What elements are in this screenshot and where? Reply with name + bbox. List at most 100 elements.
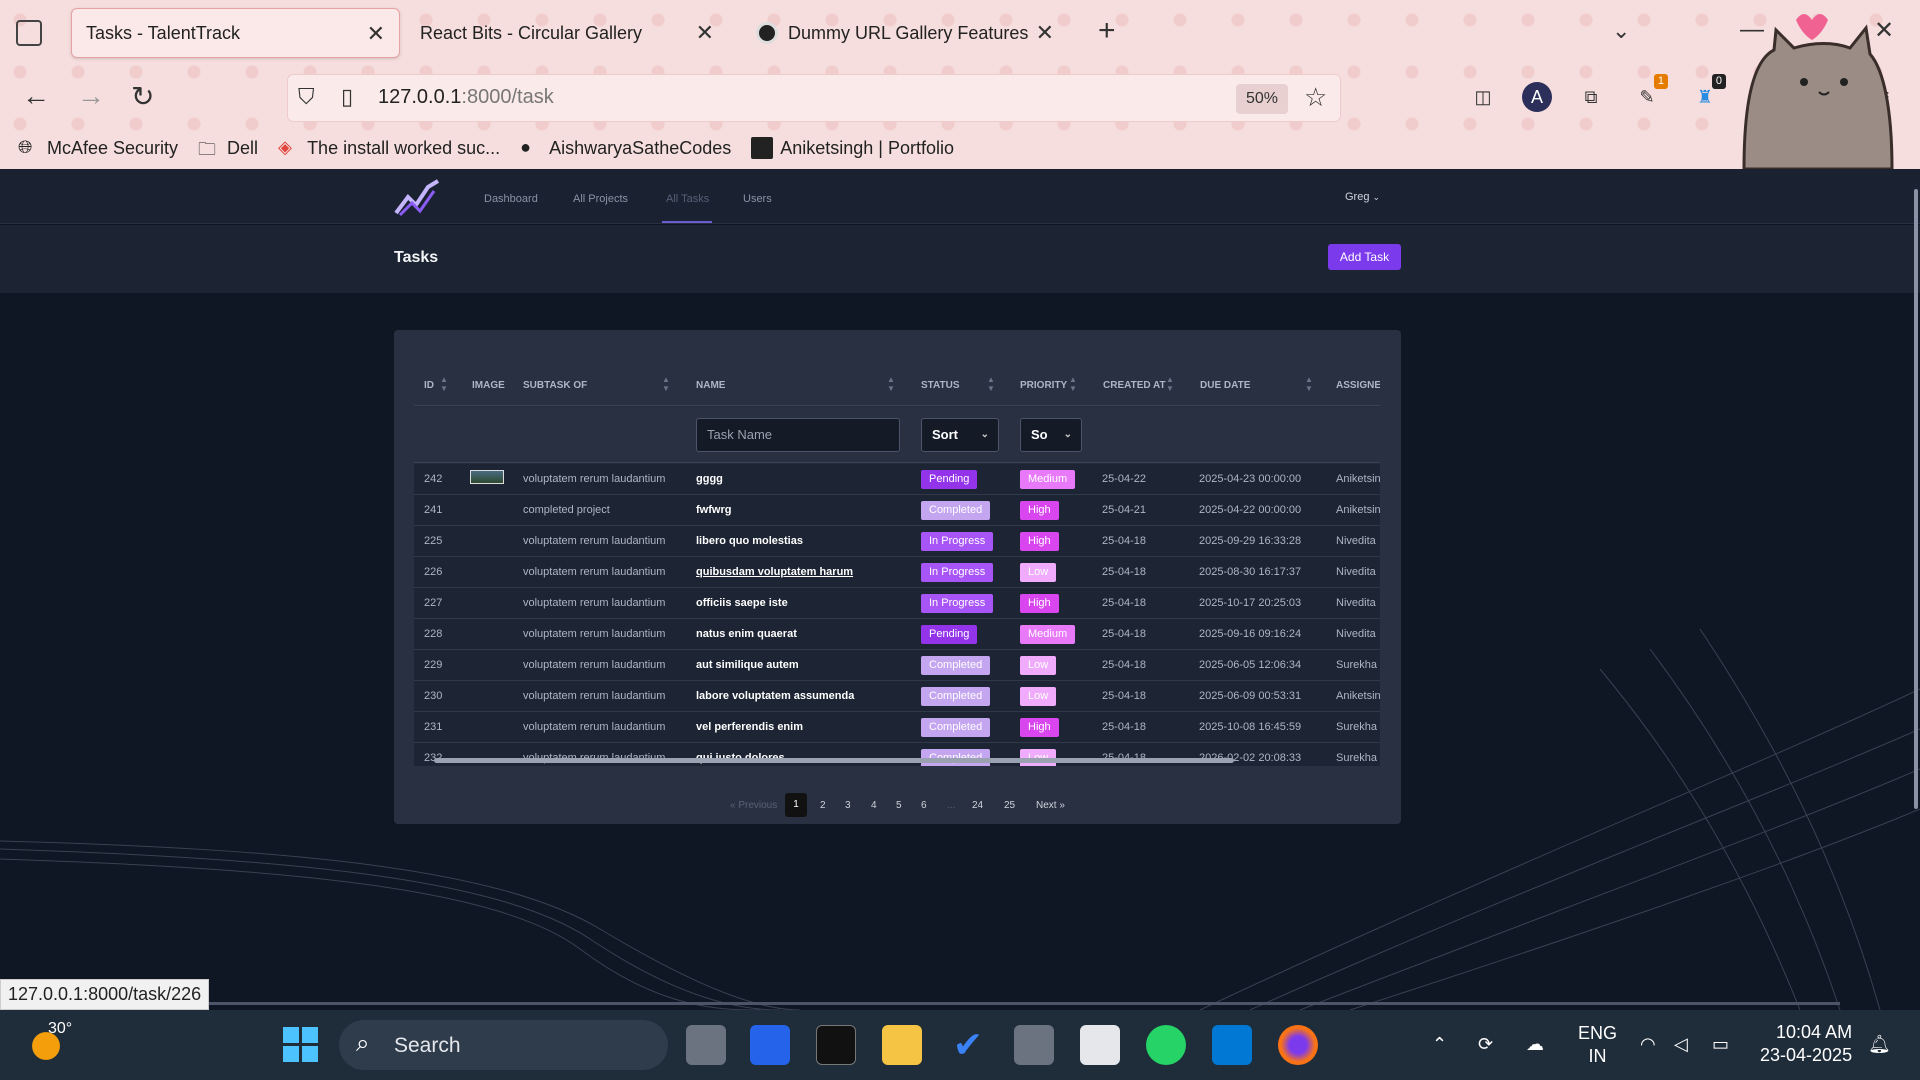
cell-task-name-link[interactable]: labore voluptatem assumenda: [696, 690, 854, 702]
column-header-priority[interactable]: PRIORITY: [1020, 380, 1067, 391]
show-hidden-icons-chevron-icon[interactable]: ⌃: [1432, 1034, 1447, 1055]
todo-icon[interactable]: ✔: [948, 1025, 988, 1065]
nav-all-projects[interactable]: All Projects: [573, 193, 628, 205]
page-link[interactable]: 25: [1004, 800, 1015, 811]
page-horizontal-scrollbar[interactable]: [200, 1002, 1840, 1005]
previous-page-link[interactable]: « Previous: [730, 800, 777, 811]
forward-icon[interactable]: →: [77, 80, 105, 112]
back-icon[interactable]: ←: [22, 80, 50, 112]
list-all-tabs-icon[interactable]: ⌄: [1612, 18, 1630, 44]
cell-task-name-link[interactable]: libero quo molestias: [696, 535, 803, 547]
table-row[interactable]: 225 voluptatem rerum laudantium libero quo…: [414, 526, 1380, 557]
page-link[interactable]: 24: [972, 800, 983, 811]
pocket-icon[interactable]: ◫: [1468, 82, 1498, 112]
vscode-icon[interactable]: [1212, 1025, 1252, 1065]
whatsapp-icon[interactable]: [1146, 1025, 1186, 1065]
language-indicator[interactable]: ENG IN: [1578, 1022, 1617, 1068]
onedrive-icon[interactable]: ☁: [1526, 1034, 1544, 1055]
horizontal-scrollbar[interactable]: [434, 758, 1234, 763]
bookmark-item[interactable]: ◈ The install worked suc...: [278, 137, 500, 159]
zoom-indicator[interactable]: 50%: [1236, 84, 1288, 114]
weather-temperature[interactable]: 30°: [48, 1020, 72, 1038]
column-header-created-at[interactable]: CREATED AT: [1103, 380, 1166, 391]
system-clock[interactable]: 10:04 AM 23-04-2025: [1760, 1021, 1852, 1067]
task-view-icon[interactable]: [686, 1025, 726, 1065]
page-link[interactable]: 3: [845, 800, 851, 811]
column-header-subtask-of[interactable]: SUBTASK OF: [523, 380, 587, 391]
page-link-current[interactable]: 1: [785, 793, 807, 817]
table-row[interactable]: 228 voluptatem rerum laudantium natus enim…: [414, 619, 1380, 650]
sort-icon[interactable]: ▲ ▼: [440, 375, 448, 393]
sort-icon[interactable]: ▲ ▼: [987, 375, 995, 393]
sort-icon[interactable]: ▲ ▼: [1305, 375, 1313, 393]
page-vertical-scrollbar[interactable]: [1914, 189, 1918, 809]
reload-icon[interactable]: ↻: [131, 80, 154, 113]
cell-task-name-link[interactable]: vel perferendis enim: [696, 721, 803, 733]
add-task-button[interactable]: Add Task: [1328, 244, 1401, 270]
sort-icon[interactable]: ▲ ▼: [887, 375, 895, 393]
table-row[interactable]: 230 voluptatem rerum laudantium labore vol…: [414, 681, 1380, 712]
sync-icon[interactable]: ⟳: [1478, 1034, 1493, 1055]
table-row[interactable]: 231 voluptatem rerum laudantium vel perfer…: [414, 712, 1380, 743]
next-page-link[interactable]: Next »: [1036, 800, 1065, 811]
column-header-assigned[interactable]: ASSIGNED: [1336, 380, 1380, 391]
page-link[interactable]: 2: [820, 800, 826, 811]
cell-task-name-link[interactable]: quibusdam voluptatem harum: [696, 566, 853, 578]
bookmark-star-icon[interactable]: ☆: [1304, 82, 1327, 113]
close-tab-icon[interactable]: ✕: [696, 20, 714, 46]
bookmark-item[interactable]: 🌐︎ McAfee Security: [18, 137, 178, 159]
cell-task-name-link[interactable]: aut similique autem: [696, 659, 799, 671]
column-header-due-date[interactable]: DUE DATE: [1200, 380, 1250, 391]
bookmark-item[interactable]: Aniketsingh | Portfolio: [751, 137, 954, 159]
column-header-id[interactable]: ID: [424, 380, 434, 391]
tab-tasks[interactable]: Tasks - TalentTrack ✕: [71, 8, 400, 58]
wifi-icon[interactable]: ◠: [1640, 1034, 1656, 1055]
extension-icon[interactable]: ♜ 0: [1690, 74, 1726, 112]
new-tab-icon[interactable]: +: [1098, 14, 1116, 48]
taskbar-search[interactable]: [339, 1020, 668, 1070]
nav-dashboard[interactable]: Dashboard: [484, 193, 538, 205]
close-tab-icon[interactable]: ✕: [1036, 20, 1054, 46]
shield-icon[interactable]: ⛉: [298, 84, 315, 110]
volume-icon[interactable]: ◁: [1674, 1034, 1688, 1055]
notification-bell-icon[interactable]: 🔔︎: [1868, 1034, 1891, 1055]
firefox-icon[interactable]: [1278, 1025, 1318, 1065]
extension-icon[interactable]: ✎ 1: [1632, 74, 1668, 112]
talenttrack-logo[interactable]: [394, 177, 446, 217]
table-row[interactable]: 229 voluptatem rerum laudantium aut simili…: [414, 650, 1380, 681]
sort-icon[interactable]: ▲ ▼: [662, 375, 670, 393]
user-menu[interactable]: Greg ⌄: [1345, 191, 1380, 203]
cell-task-name-link[interactable]: gggg: [696, 473, 723, 485]
table-row[interactable]: 241 completed project fwfwrg Completed High 2…: [414, 495, 1380, 526]
profile-avatar[interactable]: A: [1522, 82, 1552, 112]
status-filter-select[interactable]: Sort ⌄: [921, 418, 999, 452]
column-header-status[interactable]: STATUS: [921, 380, 960, 391]
task-thumbnail[interactable]: [470, 470, 504, 484]
cell-task-name-link[interactable]: natus enim quaerat: [696, 628, 797, 640]
battery-icon[interactable]: ▭: [1712, 1034, 1729, 1055]
terminal-icon[interactable]: [816, 1025, 856, 1065]
table-row[interactable]: 227 voluptatem rerum laudantium officiis s…: [414, 588, 1380, 619]
table-row[interactable]: 226 voluptatem rerum laudantium quibusdam …: [414, 557, 1380, 588]
nav-all-tasks[interactable]: All Tasks: [666, 193, 709, 205]
notepad-icon[interactable]: [750, 1025, 790, 1065]
url-text[interactable]: 127.0.0.1:8000/task: [378, 86, 554, 109]
page-link[interactable]: 6: [921, 800, 927, 811]
windows-start-icon[interactable]: [283, 1027, 319, 1063]
bookmark-item[interactable]: 🗀 Dell: [198, 137, 258, 160]
page-link[interactable]: 4: [871, 800, 877, 811]
bookmark-item[interactable]: ● AishwaryaSatheCodes: [520, 137, 731, 159]
task-name-filter-input[interactable]: Task Name: [696, 418, 900, 452]
tab-list-button[interactable]: [16, 20, 42, 46]
extensions-icon[interactable]: ⧉: [1576, 82, 1606, 112]
file-explorer-icon[interactable]: [882, 1025, 922, 1065]
table-row[interactable]: 242 voluptatem rerum laudantium gggg Pendin…: [414, 464, 1380, 495]
camera-icon[interactable]: [1014, 1025, 1054, 1065]
tab-react-bits[interactable]: React Bits - Circular Gallery ✕: [406, 8, 728, 58]
column-header-name[interactable]: NAME: [696, 380, 725, 391]
sort-icon[interactable]: ▲ ▼: [1166, 375, 1174, 393]
close-tab-icon[interactable]: ✕: [367, 21, 385, 47]
page-info-icon[interactable]: ▯: [341, 84, 353, 110]
snipping-tool-icon[interactable]: [1080, 1025, 1120, 1065]
priority-filter-select[interactable]: So ⌄: [1020, 418, 1082, 452]
